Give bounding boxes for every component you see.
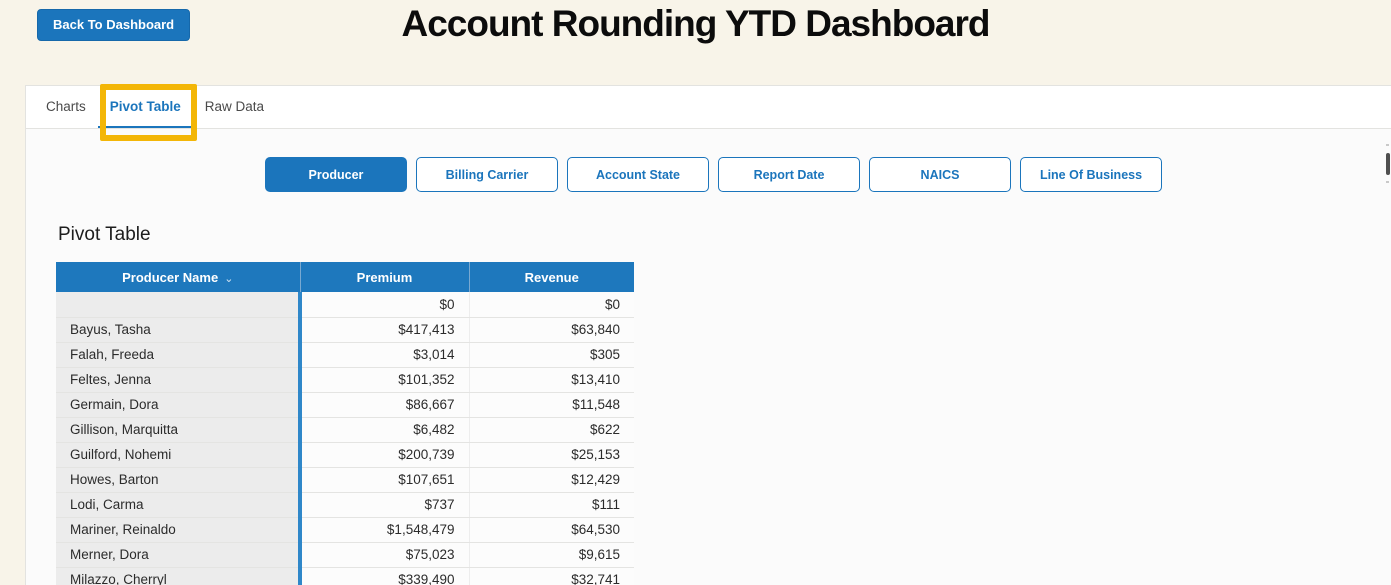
table-row: Feltes, Jenna $101,352 $13,410 [56, 367, 634, 393]
cell-revenue: $305 [468, 342, 634, 368]
column-header-revenue[interactable]: Revenue [468, 262, 634, 292]
table-row: Falah, Freeda $3,014 $305 [56, 342, 634, 368]
cell-premium: $737 [298, 492, 469, 518]
vertical-scrollbar-thumb[interactable] [1386, 153, 1390, 175]
cell-producer-name: Germain, Dora [56, 392, 300, 418]
tab-bar: Charts Pivot Table Raw Data [26, 86, 1391, 129]
cell-premium: $3,014 [298, 342, 469, 368]
filter-button-row: Producer Billing Carrier Account State Repo… [265, 157, 1162, 192]
cell-premium: $417,413 [298, 317, 469, 343]
column-header-label: Producer Name [122, 269, 219, 285]
cell-revenue: $32,741 [468, 567, 634, 585]
cell-premium: $6,482 [298, 417, 469, 443]
scrollbar-mark [1386, 181, 1389, 183]
cell-premium: $107,651 [298, 467, 469, 493]
table-row: Mariner, Reinaldo $1,548,479 $64,530 [56, 517, 634, 543]
chevron-down-icon: ⌄ [224, 272, 234, 285]
table-row: Lodi, Carma $737 $111 [56, 492, 634, 518]
cell-revenue: $9,615 [468, 542, 634, 568]
scrollbar-mark [1386, 144, 1389, 146]
cell-revenue: $64,530 [468, 517, 634, 543]
cell-revenue: $25,153 [468, 442, 634, 468]
cell-producer-name: Howes, Barton [56, 467, 300, 493]
filter-button-account-state[interactable]: Account State [567, 157, 709, 192]
filter-button-report-date[interactable]: Report Date [718, 157, 860, 192]
cell-producer-name: Merner, Dora [56, 542, 300, 568]
table-row: Howes, Barton $107,651 $12,429 [56, 467, 634, 493]
cell-revenue: $63,840 [468, 317, 634, 343]
table-row: Merner, Dora $75,023 $9,615 [56, 542, 634, 568]
cell-revenue: $12,429 [468, 467, 634, 493]
cell-producer-name [56, 292, 300, 318]
filter-button-line-of-business[interactable]: Line Of Business [1020, 157, 1162, 192]
filter-button-producer[interactable]: Producer [265, 157, 407, 192]
cell-producer-name: Mariner, Reinaldo [56, 517, 300, 543]
column-header-premium[interactable]: Premium [299, 262, 469, 292]
cell-revenue: $13,410 [468, 367, 634, 393]
cell-revenue: $11,548 [468, 392, 634, 418]
pivot-table: Producer Name ⌄ Premium Revenue $0 $0 Bayus… [56, 262, 634, 585]
cell-revenue: $0 [468, 292, 634, 318]
table-row: Guilford, Nohemi $200,739 $25,153 [56, 442, 634, 468]
cell-revenue: $111 [468, 492, 634, 518]
tab-raw-data[interactable]: Raw Data [193, 86, 276, 128]
content-panel: Charts Pivot Table Raw Data Producer Billin… [25, 85, 1391, 585]
table-row: Germain, Dora $86,667 $11,548 [56, 392, 634, 418]
table-row: Gillison, Marquitta $6,482 $622 [56, 417, 634, 443]
cell-premium: $339,490 [298, 567, 469, 585]
cell-premium: $101,352 [298, 367, 469, 393]
pivot-section-title: Pivot Table [58, 224, 151, 245]
pivot-table-body: $0 $0 Bayus, Tasha $417,413 $63,840 Falah, Fr… [56, 292, 634, 585]
table-row: $0 $0 [56, 292, 634, 318]
tab-charts[interactable]: Charts [34, 86, 98, 128]
cell-producer-name: Milazzo, Cherryl [56, 567, 300, 585]
filter-button-naics[interactable]: NAICS [869, 157, 1011, 192]
table-row: Bayus, Tasha $417,413 $63,840 [56, 317, 634, 343]
pivot-header-row: Producer Name ⌄ Premium Revenue [56, 262, 634, 292]
cell-premium: $0 [298, 292, 469, 318]
cell-revenue: $622 [468, 417, 634, 443]
cell-producer-name: Guilford, Nohemi [56, 442, 300, 468]
cell-producer-name: Falah, Freeda [56, 342, 300, 368]
column-header-producer-name[interactable]: Producer Name ⌄ [56, 262, 300, 292]
page-title: Account Rounding YTD Dashboard [401, 3, 990, 44]
cell-premium: $1,548,479 [298, 517, 469, 543]
cell-premium: $86,667 [298, 392, 469, 418]
cell-producer-name: Lodi, Carma [56, 492, 300, 518]
table-row: Milazzo, Cherryl $339,490 $32,741 [56, 567, 634, 585]
cell-premium: $200,739 [298, 442, 469, 468]
filter-button-billing-carrier[interactable]: Billing Carrier [416, 157, 558, 192]
cell-premium: $75,023 [298, 542, 469, 568]
cell-producer-name: Gillison, Marquitta [56, 417, 300, 443]
cell-producer-name: Feltes, Jenna [56, 367, 300, 393]
cell-producer-name: Bayus, Tasha [56, 317, 300, 343]
tab-pivot-table[interactable]: Pivot Table [97, 86, 193, 128]
